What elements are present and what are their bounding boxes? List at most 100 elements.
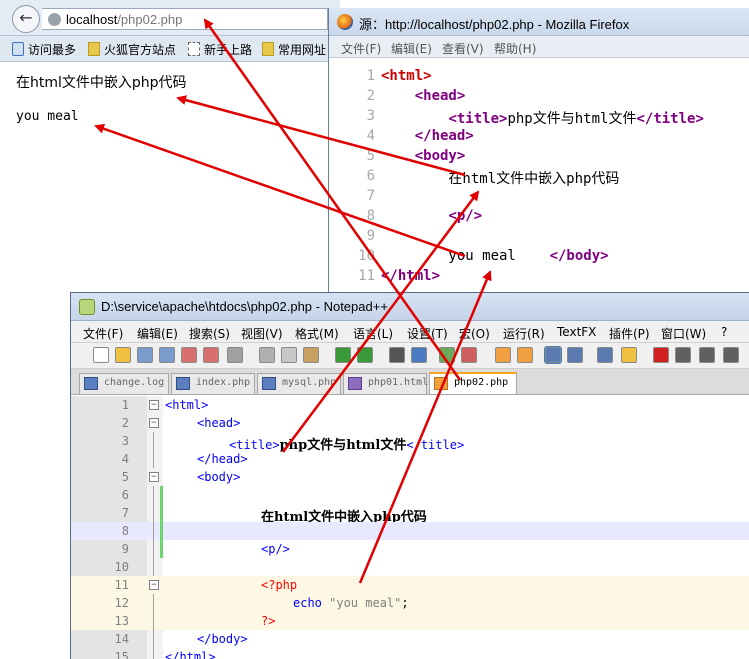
npp-editor[interactable]: 1− <html> 2− <head> 3 <title>php文件与html文件</ti…: [71, 396, 749, 659]
source-text: you meal: [381, 248, 550, 264]
npp-line-text: <p/>: [261, 542, 290, 556]
source-code-view[interactable]: 1 <html> 2 <head> 3 <title>php文件与html文件</ti…: [329, 58, 749, 300]
npp-tab-change-log[interactable]: change.log: [79, 373, 169, 394]
source-tag: </body>: [549, 248, 609, 264]
npp-tab-php01-html[interactable]: php01.html: [343, 373, 429, 394]
source-line: 9: [329, 228, 749, 248]
source-menu-help[interactable]: 帮助(H): [494, 40, 536, 57]
sync-h-icon[interactable]: [517, 347, 533, 363]
npp-menu-item[interactable]: 搜索(S): [189, 325, 230, 342]
source-menu-edit[interactable]: 编辑(E): [391, 40, 432, 57]
fold-line: [153, 630, 154, 648]
address-bar[interactable]: localhost/php02.php ▶: [42, 8, 366, 30]
source-tag: </html>: [381, 268, 441, 284]
npp-menubar: 文件(F) 编辑(E) 搜索(S) 视图(V) 格式(M) 语言(L) 设置(T) 宏(O) 运…: [71, 321, 749, 343]
source-line-text: <title>php文件与html文件</title>: [381, 108, 704, 128]
file-icon: [434, 377, 448, 390]
npp-menu-item[interactable]: 文件(F): [83, 325, 123, 342]
record-icon[interactable]: [653, 347, 669, 363]
npp-menu-item[interactable]: 语言(L): [353, 325, 393, 342]
npp-menu-item[interactable]: 编辑(E): [137, 325, 178, 342]
source-line-number: 9: [366, 228, 375, 244]
source-line: 8 <p/>: [329, 208, 749, 228]
npp-tabbar: change.log index.php mysql.php php01.html ph…: [71, 369, 749, 395]
fold-toggle-icon[interactable]: −: [149, 400, 159, 410]
npp-menu-item[interactable]: TextFX: [557, 325, 596, 339]
npp-window-title: D:\service\apache\htdocs\php02.php - Not…: [101, 299, 388, 314]
npp-tab-index-php[interactable]: index.php: [171, 373, 255, 394]
source-line-number: 2: [366, 88, 375, 104]
stop-icon[interactable]: [675, 347, 691, 363]
page-heading: 在html文件中嵌入php代码: [16, 75, 187, 91]
url-text[interactable]: localhost/php02.php: [66, 12, 182, 27]
source-menu-file[interactable]: 文件(F): [341, 40, 381, 57]
doc-map-icon[interactable]: [621, 347, 637, 363]
npp-tab-php02-php[interactable]: php02.php: [429, 372, 517, 394]
show-all-icon[interactable]: [567, 347, 583, 363]
play-icon[interactable]: [699, 347, 715, 363]
source-text: 在html文件中嵌入php代码: [381, 171, 620, 187]
source-tag: <p/>: [448, 208, 483, 224]
fold-toggle-icon[interactable]: −: [149, 472, 159, 482]
npp-line-number: 13: [114, 614, 129, 628]
npp-code-line: 7 在html文件中嵌入php代码: [71, 504, 749, 525]
npp-menu-item[interactable]: 视图(V): [241, 325, 283, 342]
close-icon[interactable]: [181, 347, 197, 363]
npp-tab-mysql-php[interactable]: mysql.php: [257, 373, 341, 394]
sync-v-icon[interactable]: [495, 347, 511, 363]
source-tag: </title>: [636, 111, 704, 127]
bookmark-most-visited[interactable]: 访问最多: [12, 41, 76, 58]
find-icon[interactable]: [389, 347, 405, 363]
npp-menu-item[interactable]: 窗口(W): [661, 325, 706, 342]
close-all-icon[interactable]: [203, 347, 219, 363]
word-wrap-icon[interactable]: [544, 346, 562, 364]
npp-tab-label: index.php: [196, 377, 251, 388]
source-menu-view[interactable]: 查看(V): [442, 40, 484, 57]
bookmark-common-sites[interactable]: 常用网址: [262, 41, 326, 58]
back-button[interactable]: ←: [12, 5, 40, 33]
save-icon[interactable]: [137, 347, 153, 363]
npp-menu-item[interactable]: 运行(R): [503, 325, 545, 342]
npp-tab-label: php01.html: [368, 377, 429, 388]
play-multi-icon[interactable]: [723, 347, 739, 363]
npp-line-text: <?php: [261, 578, 297, 592]
code-token: <html>: [165, 398, 209, 412]
npp-line-number: 4: [121, 452, 129, 466]
redo-icon[interactable]: [357, 347, 373, 363]
open-file-icon[interactable]: [115, 347, 131, 363]
fold-toggle-icon[interactable]: −: [149, 418, 159, 428]
npp-menu-item[interactable]: 设置(T): [407, 325, 448, 342]
bookmark-firefox-site[interactable]: 火狐官方站点: [88, 41, 176, 58]
file-icon: [348, 377, 362, 390]
source-tag: <html>: [381, 68, 432, 84]
npp-line-text: <html>: [165, 398, 208, 412]
npp-line-number: 6: [121, 488, 129, 502]
replace-icon[interactable]: [411, 347, 427, 363]
npp-menu-item[interactable]: 格式(M): [295, 325, 339, 342]
source-line-text: <head>: [381, 88, 466, 104]
zoom-in-icon[interactable]: [439, 347, 455, 363]
zoom-out-icon[interactable]: [461, 347, 477, 363]
npp-tab-label: php02.php: [454, 377, 509, 388]
new-file-icon[interactable]: [93, 347, 109, 363]
npp-menu-item[interactable]: ?: [721, 325, 727, 339]
save-all-icon[interactable]: [159, 347, 175, 363]
cut-icon[interactable]: [259, 347, 275, 363]
npp-line-number: 7: [121, 506, 129, 520]
paste-icon[interactable]: [303, 347, 319, 363]
globe-icon: [48, 13, 61, 26]
npp-line-text: ?>: [261, 614, 275, 628]
code-token: <head>: [197, 416, 241, 430]
indent-guide-icon[interactable]: [597, 347, 613, 363]
copy-icon[interactable]: [281, 347, 297, 363]
npp-menu-item[interactable]: 插件(P): [609, 325, 650, 342]
fold-toggle-icon[interactable]: −: [149, 580, 159, 590]
npp-code-line: 4 </head>: [71, 450, 749, 468]
npp-line-number: 11: [114, 578, 129, 592]
bookmark-getting-started[interactable]: 新手上路: [188, 41, 252, 58]
undo-icon[interactable]: [335, 347, 351, 363]
npp-code-line: 8: [71, 522, 749, 540]
npp-menu-item[interactable]: 宏(O): [459, 325, 490, 342]
print-icon[interactable]: [227, 347, 243, 363]
code-token: ;: [401, 596, 409, 610]
